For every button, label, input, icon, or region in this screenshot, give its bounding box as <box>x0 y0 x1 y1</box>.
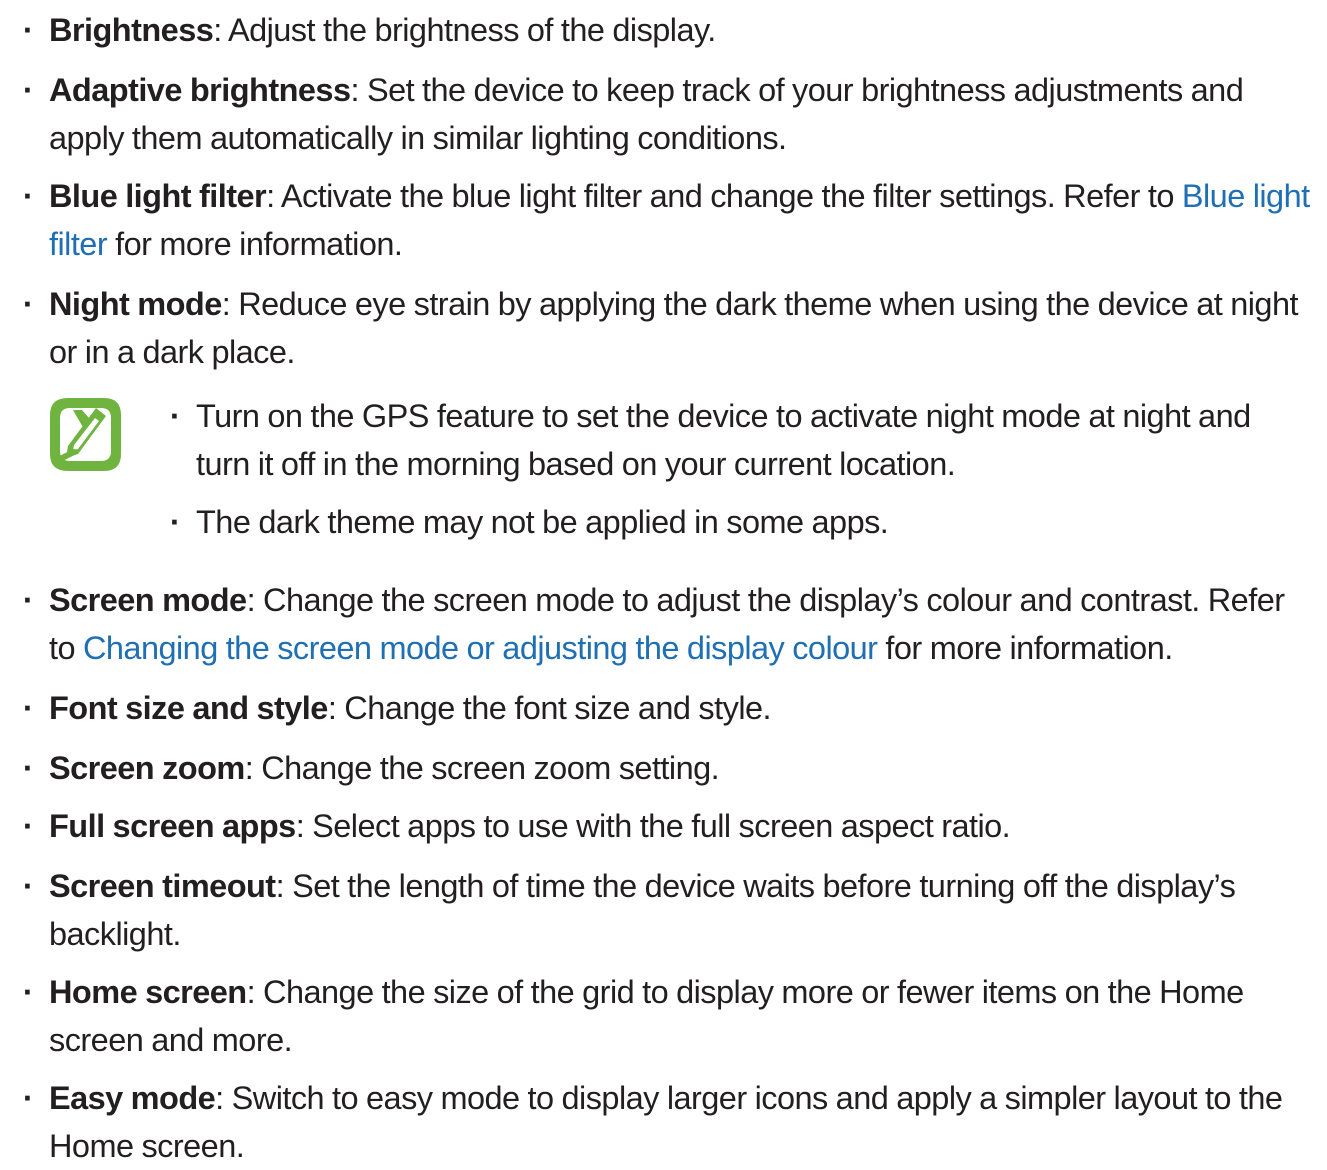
item-separator: : <box>295 808 313 844</box>
list-item-easy-mode: · Easy mode: Switch to easy mode to disp… <box>23 1074 1314 1170</box>
item-term: Full screen apps <box>49 808 296 844</box>
list-item-brightness: · Brightness: Adjust the brightness of t… <box>23 6 1314 54</box>
list-item-font-size-and-style: · Font size and style: Change the font s… <box>23 684 1314 732</box>
bullet: · <box>169 398 181 434</box>
item-term: Screen zoom <box>49 750 245 786</box>
bullet: · <box>22 72 34 108</box>
bullet: · <box>22 750 34 786</box>
settings-display-page: · Brightness: Adjust the brightness of t… <box>0 0 1327 1164</box>
item-term: Screen mode <box>49 582 247 618</box>
note-item: · Turn on the GPS feature to set the dev… <box>170 392 1311 488</box>
item-term: Blue light filter <box>49 178 267 214</box>
bullet: · <box>22 582 34 618</box>
item-description: Change the screen zoom setting. <box>261 750 720 786</box>
list-item-screen-timeout: · Screen timeout: Set the length of time… <box>23 862 1314 958</box>
list-item-screen-zoom: · Screen zoom: Change the screen zoom se… <box>23 744 1314 792</box>
note-item: · The dark theme may not be applied in s… <box>170 498 1311 546</box>
bullet: · <box>22 808 34 844</box>
item-term: Screen timeout <box>49 868 276 904</box>
bullet: · <box>22 286 34 322</box>
item-separator: : <box>215 1080 232 1116</box>
list-item-full-screen-apps: · Full screen apps: Select apps to use w… <box>23 802 1314 850</box>
bullet: · <box>22 12 34 48</box>
list-item-night-mode: · Night mode: Reduce eye strain by apply… <box>23 280 1314 376</box>
item-term: Home screen <box>49 974 247 1010</box>
note-pencil-icon <box>48 396 123 473</box>
item-term: Easy mode <box>49 1080 216 1116</box>
item-description-after: for more information. <box>107 226 403 262</box>
item-term: Brightness <box>49 12 214 48</box>
item-separator: : <box>246 582 264 618</box>
item-description: Adjust the brightness of the display. <box>227 12 716 48</box>
note-text: The dark theme may not be applied in som… <box>196 504 889 540</box>
item-term: Night mode <box>49 286 222 322</box>
item-description: Select apps to use with the full screen … <box>312 808 1011 844</box>
bullet: · <box>22 868 34 904</box>
item-description: Activate the blue light filter and chang… <box>280 178 1182 214</box>
bullet: · <box>22 974 34 1010</box>
bullet: · <box>22 178 34 214</box>
item-separator: : <box>244 750 262 786</box>
item-description: Switch to easy mode to display larger ic… <box>49 1080 1283 1164</box>
item-separator: : <box>327 690 345 726</box>
item-separator: : <box>246 974 264 1010</box>
list-item-blue-light-filter: · Blue light filter: Activate the blue l… <box>23 172 1314 268</box>
list-item-adaptive-brightness: · Adaptive brightness: Set the device to… <box>23 66 1314 162</box>
note-text: Turn on the GPS feature to set the devic… <box>196 398 1251 482</box>
list-item-home-screen: · Home screen: Change the size of the gr… <box>23 968 1314 1064</box>
item-separator: : <box>350 72 367 108</box>
bullet: · <box>22 690 34 726</box>
screen-mode-link[interactable]: Changing the screen mode or adjusting th… <box>83 630 878 666</box>
bullet: · <box>22 1080 34 1116</box>
item-separator: : <box>221 286 239 322</box>
item-term: Adaptive brightness <box>49 72 351 108</box>
item-term: Font size and style <box>49 690 328 726</box>
list-item-screen-mode: · Screen mode: Change the screen mode to… <box>23 576 1314 672</box>
item-description: Change the font size and style. <box>344 690 771 726</box>
bullet: · <box>169 504 181 540</box>
item-separator: : <box>213 12 228 48</box>
item-description-after: for more information. <box>877 630 1173 666</box>
item-separator: : <box>275 868 293 904</box>
item-separator: : <box>266 178 281 214</box>
